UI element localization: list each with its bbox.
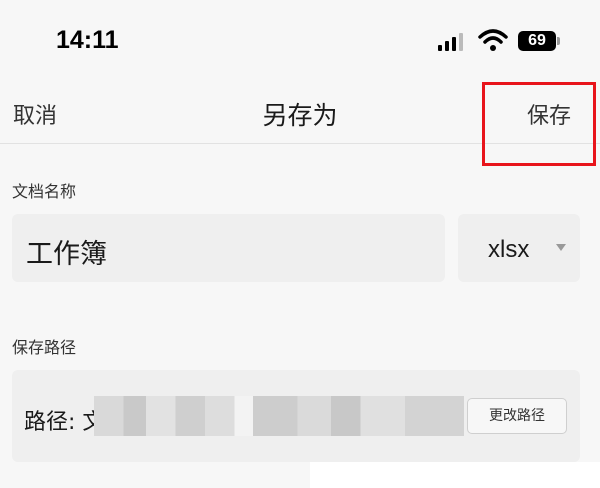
signal-icon	[438, 33, 463, 51]
status-bar: 14:11 69	[0, 0, 600, 82]
format-select[interactable]: xlsx	[458, 214, 580, 282]
chevron-down-icon	[556, 244, 566, 251]
battery-icon: 69	[518, 31, 556, 51]
path-card: 路径: 文 更改路径	[12, 370, 580, 462]
highlight-box	[482, 82, 596, 166]
status-time: 14:11	[56, 26, 119, 54]
battery-tip	[557, 37, 560, 45]
change-path-button[interactable]: 更改路径	[467, 398, 567, 434]
path-redacted	[94, 396, 464, 436]
save-path-label: 保存路径	[12, 338, 77, 357]
path-label: 路径: 文	[24, 410, 105, 435]
format-value: xlsx	[488, 236, 530, 263]
document-name-label: 文档名称	[12, 182, 77, 201]
document-name-field[interactable]: 工作簿	[12, 214, 445, 282]
bottom-panel	[310, 462, 600, 488]
wifi-icon	[478, 29, 508, 51]
